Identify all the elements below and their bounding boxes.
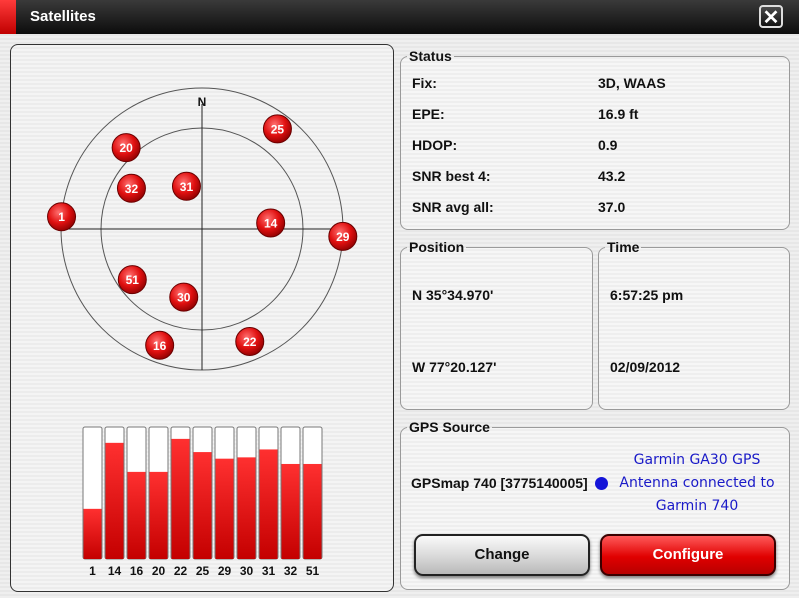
configure-button[interactable]: Configure: [600, 534, 776, 576]
signal-bar-fill: [237, 457, 256, 559]
north-label: N: [198, 95, 207, 109]
epe-value: 16.9 ft: [598, 106, 639, 122]
change-button[interactable]: Change: [414, 534, 590, 576]
satellite-marker: 22: [235, 326, 265, 356]
fix-label: Fix:: [412, 75, 437, 91]
title-accent: [0, 0, 16, 34]
latitude-value: N 35°34.970': [412, 287, 494, 303]
signal-bar-fill: [215, 458, 234, 559]
sky-plot: N 20 25 32 31 1 14 29 51 30 16 22 1 14 16 20 22 25 29 30 3…: [47, 87, 358, 578]
satellite-marker: 16: [145, 330, 175, 360]
satellite-id-label: 30: [177, 291, 191, 305]
signal-bar-label: 32: [284, 564, 298, 578]
snr-best-label: SNR best 4:: [412, 168, 491, 184]
signal-bar-fill: [303, 463, 322, 559]
satellite-id-label: 25: [271, 122, 285, 136]
satellite-marker: 1: [47, 202, 77, 232]
satellite-id-label: 16: [153, 339, 167, 353]
signal-bar-label: 16: [130, 564, 144, 578]
satellite-id-label: 29: [336, 230, 350, 244]
snr-avg-value: 37.0: [598, 199, 626, 215]
satellite-marker: 30: [169, 282, 199, 312]
signal-bar-label: 1: [89, 564, 96, 578]
satellite-marker: 29: [328, 221, 358, 251]
snr-avg-label: SNR avg all:: [412, 199, 494, 215]
gps-desc-line-2: Antenna connected to: [619, 475, 775, 491]
signal-bar-fill: [281, 463, 300, 559]
longitude-value: W 77°20.127': [412, 359, 497, 375]
window-title: Satellites: [30, 8, 96, 25]
satellite-marker: 14: [256, 208, 286, 238]
satellite-id-label: 31: [180, 180, 194, 194]
satellite-marker: 25: [262, 114, 292, 144]
fix-value: 3D, WAAS: [598, 75, 666, 91]
satellite-sky-panel: N 20 25 32 31 1 14 29 51 30 16 22 1 14 16 20 22 25 29 30 3…: [10, 44, 394, 592]
gps-source-description: Garmin GA30 GPS Antenna connected to Gar…: [612, 449, 782, 518]
satellite-marker: 51: [117, 265, 147, 295]
gps-source-legend: GPS Source: [409, 419, 490, 435]
time-group: Time: [598, 239, 790, 410]
gps-status-dot-icon: [595, 477, 608, 490]
signal-bar-label: 29: [218, 564, 232, 578]
satellite-id-label: 22: [243, 335, 257, 349]
signal-bar-label: 20: [152, 564, 166, 578]
satellite-id-label: 20: [119, 141, 133, 155]
hdop-label: HDOP:: [412, 137, 458, 153]
epe-label: EPE:: [412, 106, 445, 122]
status-legend: Status: [409, 48, 452, 64]
hdop-value: 0.9: [598, 137, 618, 153]
signal-bar-fill: [193, 452, 212, 559]
signal-bar-label: 31: [262, 564, 276, 578]
snr-best-value: 43.2: [598, 168, 626, 184]
signal-bar-label: 14: [108, 564, 122, 578]
title-bar: Satellites: [0, 0, 799, 34]
signal-bar-label: 30: [240, 564, 254, 578]
satellite-id-label: 51: [126, 273, 140, 287]
satellite-marker: 32: [116, 173, 146, 203]
satellite-id-label: 1: [58, 210, 65, 224]
satellite-id-label: 32: [125, 182, 139, 196]
gps-device-name[interactable]: GPSmap 740 [3775140005]: [411, 475, 588, 491]
time-value: 6:57:25 pm: [610, 287, 684, 303]
signal-bar-label: 51: [306, 564, 320, 578]
signal-bar-label: 22: [174, 564, 188, 578]
date-value: 02/09/2012: [610, 359, 681, 375]
signal-bar-fill: [83, 508, 102, 559]
signal-bar-fill: [149, 471, 168, 559]
gps-desc-line-1: Garmin GA30 GPS: [633, 452, 761, 468]
position-legend: Position: [409, 239, 465, 255]
satellite-marker: 31: [171, 171, 201, 201]
gps-desc-line-3: Garmin 740: [655, 498, 739, 514]
close-button[interactable]: ✕: [759, 5, 783, 29]
signal-bar-label: 25: [196, 564, 210, 578]
time-legend: Time: [607, 239, 640, 255]
satellite-id-label: 14: [264, 216, 278, 230]
satellite-marker: 20: [111, 133, 141, 163]
signal-bar-fill: [171, 438, 190, 559]
signal-bar-fill: [105, 442, 124, 559]
position-group: Position: [400, 239, 593, 410]
signal-bar-fill: [259, 449, 278, 559]
signal-bar-fill: [127, 471, 146, 559]
